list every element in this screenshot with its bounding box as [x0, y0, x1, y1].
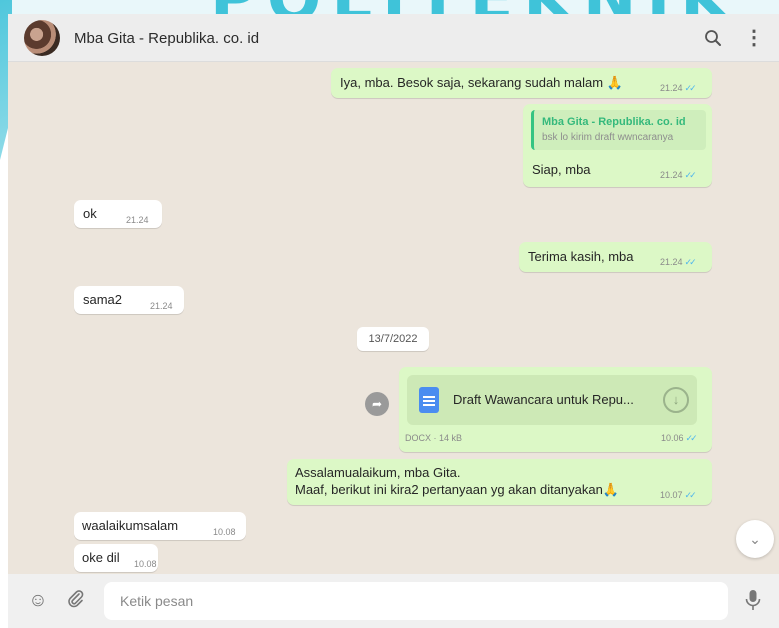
message-text: sama2: [83, 292, 123, 307]
docx-file-icon: [419, 387, 439, 413]
incoming-message[interactable]: waalaikumsalam 10.08: [74, 512, 246, 540]
outgoing-message[interactable]: Iya, mba. Besok saja, sekarang sudah mal…: [331, 68, 712, 98]
search-icon[interactable]: [701, 26, 725, 50]
date-separator: 13/7/2022: [357, 327, 429, 351]
incoming-message[interactable]: sama2 21.24: [74, 286, 184, 314]
download-icon[interactable]: ↓: [663, 387, 689, 413]
message-time: 21.24: [660, 170, 683, 180]
message-meta: 10.06 ✓✓: [661, 433, 698, 444]
read-ticks-icon: ✓✓: [684, 83, 697, 93]
message-text: Siap, mba: [532, 162, 591, 177]
watermark-banner: POLITEKNIK: [0, 0, 779, 14]
message-meta: 21.24 ✓✓: [660, 170, 697, 181]
scroll-down-icon[interactable]: ⌄: [736, 520, 774, 558]
document-file-name: Draft Wawancara untuk Repu...: [453, 392, 634, 407]
message-text: Terima kasih, mba: [528, 249, 634, 264]
message-time: 10.07: [660, 490, 683, 500]
watermark-text: POLITEKNIK: [210, 0, 740, 14]
message-text: Iya, mba. Besok saja, sekarang sudah mal…: [340, 75, 623, 90]
message-time: 10.06: [661, 433, 684, 443]
message-text-line-2: Maaf, berikut ini kira2 pertanyaan yg ak…: [295, 482, 620, 497]
outgoing-message[interactable]: Terima kasih, mba 21.24 ✓✓: [519, 242, 712, 272]
message-time: 10.08: [134, 559, 157, 569]
chat-header: Mba Gita - Republika. co. id ⋮: [8, 14, 779, 62]
outgoing-message[interactable]: Assalamualaikum, mba Gita. Maaf, berikut…: [287, 459, 712, 505]
quoted-text: bsk lo kirim draft wwncaranya: [542, 132, 674, 143]
read-ticks-icon: ✓✓: [684, 490, 697, 500]
message-list[interactable]: Iya, mba. Besok saja, sekarang sudah mal…: [8, 62, 779, 574]
message-text-line-1: Assalamualaikum, mba Gita.: [295, 465, 461, 480]
message-time: 21.24: [660, 83, 683, 93]
message-meta: 10.07 ✓✓: [660, 490, 697, 501]
read-ticks-icon: ✓✓: [685, 433, 698, 443]
message-text: waalaikumsalam: [82, 518, 179, 533]
read-ticks-icon: ✓✓: [684, 257, 697, 267]
read-ticks-icon: ✓✓: [684, 170, 697, 180]
quoted-author: Mba Gita - Republika. co. id: [542, 116, 686, 128]
outgoing-document-message[interactable]: Draft Wawancara untuk Repu... ↓ DOCX · 1…: [399, 367, 712, 452]
whatsapp-chat-window: Mba Gita - Republika. co. id ⋮ Iya, mba.…: [8, 14, 779, 628]
message-meta: 21.24 ✓✓: [660, 83, 697, 94]
more-vertical-icon[interactable]: ⋮: [742, 26, 766, 50]
message-text: oke dil: [82, 550, 120, 565]
message-time: 21.24: [126, 215, 149, 225]
message-meta: 21.24 ✓✓: [660, 257, 697, 268]
message-time: 21.24: [150, 301, 173, 311]
message-text: ok: [83, 206, 97, 221]
document-attachment[interactable]: Draft Wawancara untuk Repu... ↓: [407, 375, 697, 425]
incoming-message[interactable]: ok 21.24: [74, 200, 162, 228]
contact-avatar[interactable]: [24, 20, 60, 56]
microphone-icon[interactable]: [741, 589, 765, 613]
outgoing-reply-message[interactable]: Mba Gita - Republika. co. id bsk lo kiri…: [523, 104, 712, 187]
emoji-icon[interactable]: ☺: [26, 589, 50, 613]
message-time: 10.08: [213, 527, 236, 537]
attach-icon[interactable]: [64, 589, 88, 613]
message-input[interactable]: [104, 582, 728, 620]
forward-icon[interactable]: ➦: [365, 392, 389, 416]
composer-bar: ☺: [8, 574, 779, 628]
document-file-meta: DOCX · 14 kB: [405, 433, 463, 443]
quoted-message[interactable]: Mba Gita - Republika. co. id bsk lo kiri…: [531, 110, 706, 150]
contact-name[interactable]: Mba Gita - Republika. co. id: [74, 30, 259, 47]
incoming-message[interactable]: oke dil 10.08: [74, 544, 158, 572]
message-time: 21.24: [660, 257, 683, 267]
